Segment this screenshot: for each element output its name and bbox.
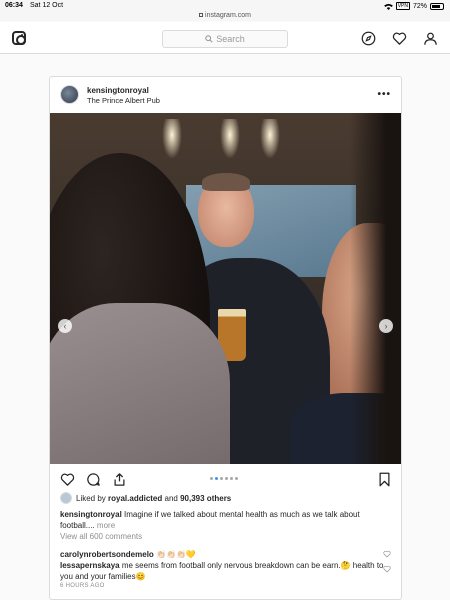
status-indicators: VPN 72% [383, 2, 444, 10]
more-options-icon[interactable]: ••• [377, 89, 391, 100]
carousel-dot [235, 477, 238, 480]
comment-username[interactable]: lessapernskaya [60, 561, 120, 570]
url-text: instagram.com [205, 12, 251, 19]
caption-username[interactable]: kensingtonroyal [60, 510, 122, 519]
vpn-badge: VPN [395, 2, 410, 10]
comment-item: carolynrobertsondemelo 👏🏻👏🏻👏🏻💛 [60, 549, 390, 560]
post-location[interactable]: The Prince Albert Pub [87, 96, 160, 105]
post-image[interactable]: ‹ › [50, 113, 401, 464]
search-icon [205, 35, 213, 43]
share-icon[interactable] [112, 472, 127, 487]
comment-text: 👏🏻👏🏻👏🏻💛 [153, 550, 196, 559]
carousel-dots [210, 477, 238, 480]
carousel-dot [225, 477, 228, 480]
avatar[interactable] [60, 85, 79, 104]
carousel-dot [210, 477, 213, 480]
carousel-prev-button[interactable]: ‹ [58, 319, 72, 333]
liker-avatar[interactable] [60, 492, 72, 504]
carousel-dot [220, 477, 223, 480]
bookmark-icon[interactable] [378, 472, 391, 487]
post-header: kensingtonroyal The Prince Albert Pub ••… [50, 77, 401, 113]
status-date: Sat 12 Oct [30, 2, 64, 9]
comment-item: lessapernskaya me seems from football on… [60, 560, 390, 582]
comment-icon[interactable] [86, 472, 101, 487]
instagram-logo-icon[interactable] [12, 31, 26, 45]
caption-more-link[interactable]: more [95, 521, 115, 530]
lock-icon [199, 13, 204, 17]
carousel-dot [215, 477, 218, 480]
search-input[interactable]: Search [162, 30, 288, 48]
view-all-comments-link[interactable]: View all 600 comments [60, 532, 142, 541]
likes-summary: Liked by royal.addicted and 90,393 other… [60, 492, 231, 504]
battery-percent: 72% [412, 2, 427, 10]
compass-icon[interactable] [361, 31, 376, 46]
wifi-icon [383, 3, 393, 10]
comment-like-heart-icon[interactable] [383, 550, 391, 558]
post-username[interactable]: kensingtonroyal [87, 86, 149, 95]
battery-icon [430, 2, 444, 10]
comment-like-heart-icon[interactable] [383, 565, 391, 573]
profile-icon[interactable] [423, 31, 438, 46]
nav-icons [361, 31, 438, 46]
post-caption: kensingtonroyal Imagine if we talked abo… [60, 509, 392, 531]
status-bar: 06:34 Sat 12 Oct VPN 72% [0, 0, 450, 12]
like-heart-icon[interactable] [60, 472, 75, 487]
top-navigation: Search [0, 22, 450, 54]
carousel-next-button[interactable]: › [379, 319, 393, 333]
heart-icon[interactable] [392, 31, 407, 46]
search-placeholder: Search [216, 34, 245, 44]
post-timestamp: 6 HOURS AGO [60, 583, 105, 589]
comment-username[interactable]: carolynrobertsondemelo [60, 550, 154, 559]
carousel-dot [230, 477, 233, 480]
liker-username[interactable]: royal.addicted [108, 494, 162, 503]
url-bar[interactable]: instagram.com [0, 12, 450, 21]
likes-count[interactable]: 90,393 others [180, 494, 231, 503]
post-card: kensingtonroyal The Prince Albert Pub ••… [49, 76, 402, 600]
likes-prefix: Liked by [76, 493, 106, 503]
post-actions [50, 464, 401, 494]
likes-connector: and [164, 493, 178, 503]
status-time: 06:34 [5, 2, 23, 9]
